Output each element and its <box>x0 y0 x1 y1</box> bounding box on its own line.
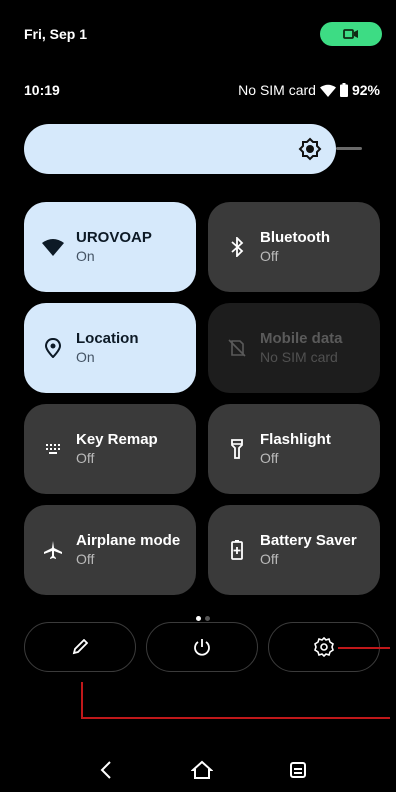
tile-key-remap[interactable]: Key Remap Off <box>24 404 196 494</box>
back-icon <box>100 761 111 779</box>
tile-wifi[interactable]: UROVOAP On <box>24 202 196 292</box>
bluetooth-icon <box>226 236 248 258</box>
location-icon <box>42 337 64 359</box>
tile-state: Off <box>76 450 95 466</box>
annotation-line <box>338 647 390 649</box>
camera-in-use-indicator[interactable] <box>320 22 382 46</box>
page-dot-active <box>196 616 201 621</box>
recents-icon <box>290 762 306 778</box>
tile-state: Off <box>260 248 279 264</box>
tile-state: Off <box>260 551 279 567</box>
wifi-icon <box>42 236 64 258</box>
edit-icon <box>72 639 88 655</box>
tile-state: No SIM card <box>260 349 338 365</box>
battery-saver-icon <box>226 539 248 561</box>
brightness-slider[interactable] <box>24 124 336 174</box>
date-label: Fri, Sep 1 <box>24 26 88 42</box>
airplane-icon <box>42 539 64 561</box>
clock: 10:19 <box>24 82 60 98</box>
tile-title: Battery Saver <box>260 532 357 549</box>
status-icons: No SIM card 92% <box>238 82 380 98</box>
tile-battery-saver[interactable]: Battery Saver Off <box>208 505 380 595</box>
annotation-line <box>81 717 390 719</box>
tile-mobile-data: Mobile data No SIM card <box>208 303 380 393</box>
tile-title: Key Remap <box>76 431 158 448</box>
tile-state: On <box>76 248 95 264</box>
tile-airplane-mode[interactable]: Airplane mode Off <box>24 505 196 595</box>
video-camera-icon <box>343 29 358 39</box>
home-icon <box>191 760 213 779</box>
tile-title: UROVOAP <box>76 229 152 246</box>
battery-percent: 92% <box>351 82 380 98</box>
tile-location[interactable]: Location On <box>24 303 196 393</box>
tile-flashlight[interactable]: Flashlight Off <box>208 404 380 494</box>
tile-title: Flashlight <box>260 431 331 448</box>
wifi-signal-icon <box>319 84 336 97</box>
edit-button[interactable] <box>24 622 136 672</box>
annotation-line <box>81 682 83 718</box>
power-icon <box>194 639 210 656</box>
navigation-bar <box>6 748 390 792</box>
tile-title: Location <box>76 330 139 347</box>
brightness-icon <box>298 137 322 161</box>
sim-status: No SIM card <box>238 82 316 98</box>
tile-state: On <box>76 349 95 365</box>
back-button[interactable] <box>92 756 120 784</box>
settings-icon <box>314 637 334 657</box>
tile-bluetooth[interactable]: Bluetooth Off <box>208 202 380 292</box>
tile-state: Off <box>260 450 279 466</box>
battery-icon <box>339 83 348 97</box>
keyboard-icon <box>42 438 64 460</box>
tile-state: Off <box>76 551 95 567</box>
mobile-data-off-icon <box>226 337 248 359</box>
recents-button[interactable] <box>284 756 312 784</box>
page-dot-inactive <box>205 616 210 621</box>
flashlight-icon <box>226 438 248 460</box>
brightness-track[interactable] <box>336 147 362 150</box>
quick-settings-panel: Fri, Sep 1 10:19 No SIM card 92% UROVOAP <box>6 0 390 792</box>
tile-title: Mobile data <box>260 330 343 347</box>
page-indicator[interactable] <box>196 616 210 621</box>
home-button[interactable] <box>188 756 216 784</box>
tile-title: Airplane mode <box>76 532 181 549</box>
power-button[interactable] <box>146 622 258 672</box>
tile-title: Bluetooth <box>260 229 330 246</box>
